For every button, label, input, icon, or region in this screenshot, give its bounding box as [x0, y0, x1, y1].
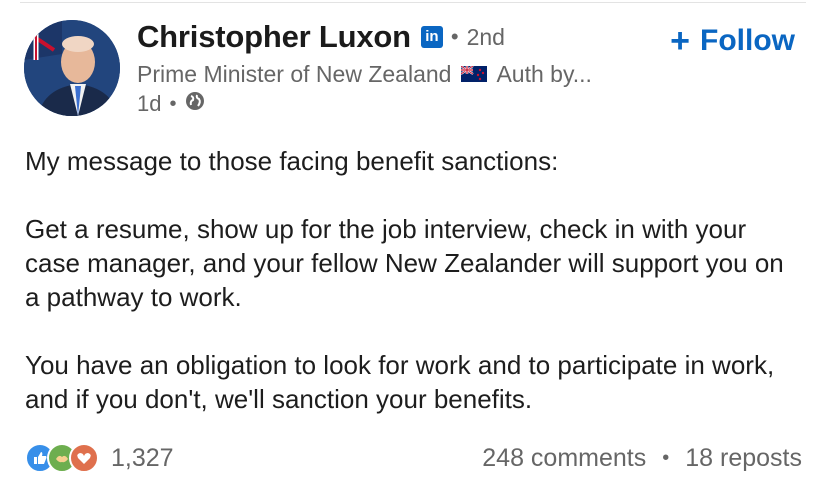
comments-count-link[interactable]: 248 comments — [482, 444, 646, 473]
post-paragraph: My message to those facing benefit sanct… — [25, 146, 559, 176]
headline-text: Prime Minister of New Zealand — [137, 61, 452, 87]
separator-dot: • — [450, 24, 459, 49]
post-meta: 1d • — [137, 91, 205, 117]
social-counts: 1,327 248 comments • 18 reposts — [25, 441, 802, 475]
post-header: Christopher Luxon in • 2nd + Follow Prim… — [0, 0, 828, 130]
reaction-icons — [25, 443, 99, 473]
post-paragraph: Get a resume, show up for the job interv… — [25, 214, 784, 312]
reaction-count: 1,327 — [111, 443, 174, 472]
follow-label: Follow — [700, 24, 795, 57]
author-avatar[interactable] — [24, 20, 120, 116]
author-name[interactable]: Christopher Luxon — [137, 19, 411, 55]
separator-dot: • — [662, 446, 670, 469]
nz-flag-icon — [460, 61, 488, 88]
reposts-count-link[interactable]: 18 reposts — [685, 444, 802, 473]
post-timestamp: 1d — [137, 91, 162, 116]
follow-button[interactable]: + Follow — [670, 24, 795, 58]
connection-degree: 2nd — [466, 23, 505, 50]
author-name-row: Christopher Luxon in • 2nd — [137, 19, 505, 55]
headline-suffix: Auth by... — [496, 61, 592, 87]
plus-icon: + — [670, 22, 691, 60]
profile-photo — [24, 20, 120, 116]
love-icon — [69, 443, 99, 473]
globe-icon — [185, 91, 205, 117]
separator-dot: • — [169, 92, 177, 115]
reactions-summary[interactable]: 1,327 — [25, 443, 174, 473]
post-body: My message to those facing benefit sanct… — [25, 144, 805, 416]
engagement-stats: 248 comments • 18 reposts — [482, 444, 802, 473]
post-paragraph: You have an obligation to look for work … — [25, 350, 775, 414]
linkedin-icon: in — [420, 26, 443, 48]
author-headline: Prime Minister of New Zealand Auth by... — [137, 61, 592, 88]
